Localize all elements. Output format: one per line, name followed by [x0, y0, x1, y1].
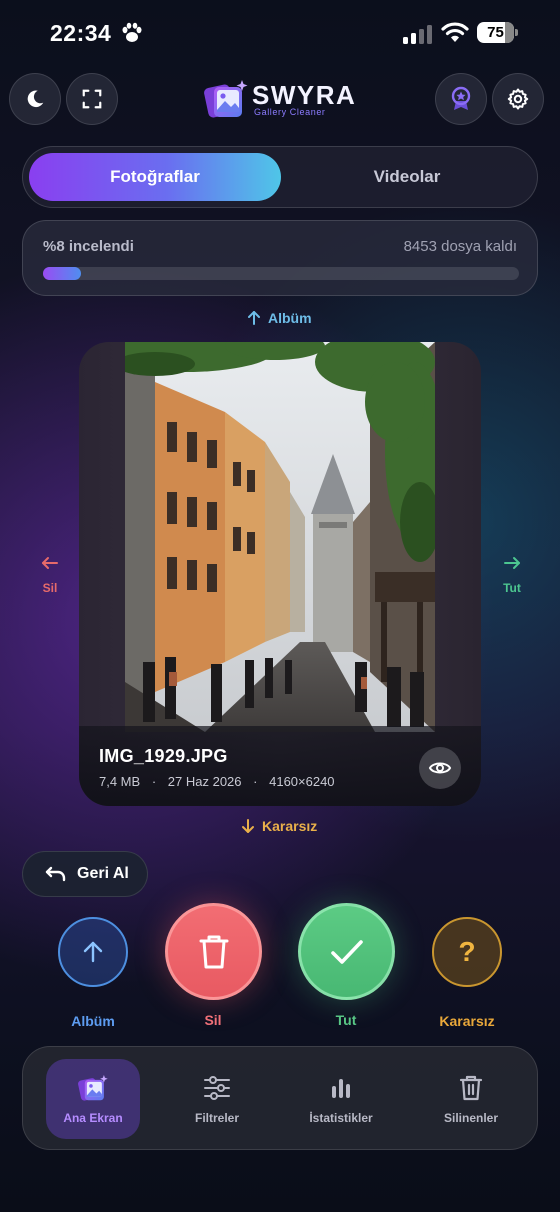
nav-home-label: Ana Ekran — [63, 1111, 123, 1125]
battery-level: 75 — [487, 24, 504, 41]
fullscreen-button[interactable] — [66, 73, 118, 125]
status-time: 22:34 — [50, 20, 112, 46]
photo-resolution: 4160×6240 — [269, 774, 335, 789]
photo-date: 27 Haz 2026 — [167, 774, 242, 789]
swipe-up-label: Albüm — [268, 310, 312, 326]
undo-icon — [45, 866, 66, 882]
home-gallery-icon — [78, 1075, 108, 1101]
swipe-left-label: Sil — [42, 581, 58, 595]
bottom-navigation: Ana Ekran Filtreler İstatistikler Siline… — [22, 1046, 538, 1150]
app-logo: SWYRA Gallery Cleaner — [204, 76, 355, 120]
unsure-label: Kararsız — [439, 1013, 495, 1029]
nav-statistics[interactable]: İstatistikler — [294, 1059, 388, 1139]
eye-icon — [428, 762, 452, 774]
preview-button[interactable] — [419, 747, 461, 789]
nav-deleted[interactable]: Silinenler — [424, 1059, 518, 1139]
photo-info-bar: IMG_1929.JPG 7,4 MB · 27 Haz 2026 · 4160… — [79, 726, 481, 806]
progress-track — [43, 267, 519, 280]
nav-filters-label: Filtreler — [194, 1111, 239, 1125]
tab-photos[interactable]: Fotoğraflar — [29, 153, 281, 201]
expand-icon — [82, 89, 102, 109]
gallery-logo-icon — [204, 80, 248, 118]
media-type-switch: Fotoğraflar Videolar — [22, 146, 538, 208]
keep-button[interactable] — [298, 903, 395, 1000]
undo-button[interactable]: Geri Al — [22, 851, 148, 897]
swipe-left-hint: Sil — [34, 554, 66, 595]
tab-videos[interactable]: Videolar — [281, 153, 533, 201]
paw-icon — [122, 22, 142, 42]
photo-filename: IMG_1929.JPG — [99, 746, 228, 766]
cellular-signal-icon — [403, 25, 432, 44]
swipe-right-hint: Tut — [496, 554, 528, 595]
nav-statistics-label: İstatistikler — [309, 1111, 373, 1125]
award-badge-icon — [451, 86, 471, 110]
delete-button[interactable] — [165, 903, 262, 1000]
nav-filters[interactable]: Filtreler — [170, 1059, 264, 1139]
dark-mode-button[interactable] — [9, 73, 61, 125]
delete-label: Sil — [204, 1012, 222, 1028]
battery-indicator: 75 — [477, 22, 519, 43]
status-bar: 22:34 75 — [0, 0, 560, 64]
moon-icon — [27, 90, 44, 108]
arrow-right-icon — [504, 557, 520, 569]
arrow-up-icon — [83, 941, 103, 963]
wifi-icon — [441, 22, 469, 42]
premium-button[interactable] — [435, 73, 487, 125]
swipe-down-hint: Kararsız — [240, 818, 317, 834]
meta-separator: · — [253, 774, 258, 789]
nav-home[interactable]: Ana Ekran — [46, 1059, 140, 1139]
photo-size: 7,4 MB — [99, 774, 141, 789]
arrow-up-icon — [248, 311, 260, 325]
photo-preview — [125, 342, 435, 732]
trash-icon — [459, 1075, 483, 1101]
swipe-up-hint: Albüm — [246, 310, 312, 326]
arrow-down-icon — [242, 819, 254, 833]
unsure-button[interactable]: ? — [432, 917, 502, 987]
sliders-icon — [204, 1076, 230, 1100]
arrow-left-icon — [42, 557, 58, 569]
album-button[interactable] — [58, 917, 128, 987]
photo-card[interactable]: IMG_1929.JPG 7,4 MB · 27 Haz 2026 · 4160… — [79, 342, 481, 806]
nav-deleted-label: Silinenler — [443, 1111, 499, 1125]
swipe-right-label: Tut — [503, 581, 521, 595]
review-progress-card: %8 incelendi 8453 dosya kaldı — [22, 220, 538, 296]
logo-subtitle: Gallery Cleaner — [254, 107, 326, 117]
swipe-down-label: Kararsız — [262, 818, 318, 834]
progress-fill — [43, 267, 82, 280]
bar-chart-icon — [332, 1079, 350, 1098]
remaining-count: 8453 dosya kaldı — [403, 238, 517, 255]
trash-icon — [199, 935, 228, 968]
undo-label: Geri Al — [77, 865, 129, 882]
photo-metadata: 7,4 MB · 27 Haz 2026 · 4160×6240 — [99, 774, 335, 789]
checkmark-icon — [330, 939, 363, 964]
album-label: Albüm — [71, 1013, 115, 1029]
question-mark-icon: ? — [458, 936, 476, 967]
reviewed-percent: %8 incelendi — [43, 238, 134, 255]
settings-button[interactable] — [492, 73, 544, 125]
gear-icon — [507, 88, 529, 110]
meta-separator: · — [151, 774, 157, 789]
keep-label: Tut — [335, 1012, 357, 1028]
